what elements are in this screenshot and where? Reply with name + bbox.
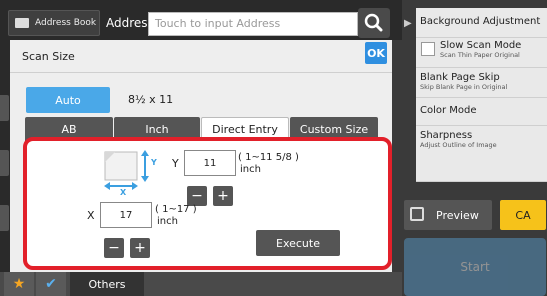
menu-color-mode[interactable]: Color Mode bbox=[416, 98, 547, 126]
x-minus-button[interactable]: − bbox=[104, 238, 124, 258]
menu-item-label: Blank Page Skip bbox=[420, 72, 500, 83]
search-icon bbox=[364, 13, 383, 32]
search-button[interactable] bbox=[358, 8, 390, 38]
preview-icon bbox=[410, 207, 424, 221]
collapse-arrow-icon[interactable]: ▶ bbox=[404, 18, 412, 29]
ok-button[interactable]: OK bbox=[365, 42, 387, 64]
paper-size-icon bbox=[104, 150, 149, 190]
left-edge-tab[interactable] bbox=[0, 205, 9, 231]
y-unit: inch bbox=[240, 164, 261, 175]
star-icon[interactable]: ★ bbox=[4, 272, 34, 296]
menu-item-label: Slow Scan Mode bbox=[440, 40, 522, 51]
menu-blank-page-skip[interactable]: Blank Page Skip Skip Blank Page in Origi… bbox=[416, 68, 547, 98]
menu-item-label: Color Mode bbox=[420, 105, 477, 116]
menu-item-label: Sharpness bbox=[420, 130, 473, 141]
x-value-field[interactable]: 17 bbox=[100, 202, 152, 228]
menu-item-label: Background Adjustment bbox=[420, 16, 541, 27]
others-button[interactable]: Others bbox=[70, 272, 144, 296]
panel-title: Scan Size bbox=[22, 50, 75, 63]
y-range: ( 1~11 5/8 ) bbox=[238, 152, 299, 163]
check-icon[interactable]: ✔ bbox=[36, 272, 66, 296]
y-minus-button[interactable]: − bbox=[187, 186, 207, 206]
slow-scan-checkbox[interactable] bbox=[421, 42, 435, 56]
y-plus-button[interactable]: + bbox=[213, 186, 233, 206]
address-input[interactable]: Touch to input Address bbox=[148, 12, 358, 36]
address-book-button[interactable]: Address Book bbox=[8, 10, 100, 36]
x-unit: inch bbox=[157, 216, 178, 227]
menu-sharpness[interactable]: Sharpness Adjust Outline of Image bbox=[416, 126, 547, 182]
address-book-icon bbox=[15, 18, 29, 28]
start-button[interactable]: Start bbox=[404, 238, 546, 296]
y-label: Y bbox=[172, 157, 179, 170]
paper-diagram bbox=[103, 150, 149, 190]
divider bbox=[10, 72, 392, 73]
menu-background-adjustment[interactable]: Background Adjustment bbox=[416, 8, 547, 38]
x-plus-button[interactable]: + bbox=[130, 238, 150, 258]
execute-button[interactable]: Execute bbox=[256, 230, 340, 256]
menu-item-sub: Adjust Outline of Image bbox=[420, 141, 497, 149]
menu-slow-scan-mode[interactable]: Slow Scan Mode Scan Thin Paper Original bbox=[416, 38, 547, 68]
auto-button[interactable]: Auto bbox=[26, 87, 110, 113]
x-label: X bbox=[87, 209, 95, 222]
address-label: Address bbox=[106, 16, 154, 30]
diagram-x-label: X bbox=[120, 188, 127, 197]
y-value-field[interactable]: 11 bbox=[184, 150, 236, 176]
menu-item-sub: Scan Thin Paper Original bbox=[440, 51, 520, 59]
left-edge-tab[interactable] bbox=[0, 95, 9, 121]
diagram-y-label: Y bbox=[151, 158, 157, 167]
x-range: ( 1~17 ) bbox=[155, 204, 197, 215]
ca-button[interactable]: CA bbox=[500, 200, 546, 230]
address-book-label: Address Book bbox=[35, 18, 97, 28]
left-edge-tab[interactable] bbox=[0, 150, 9, 176]
detected-size: 8½ x 11 bbox=[128, 93, 174, 106]
menu-item-sub: Skip Blank Page in Original bbox=[420, 83, 508, 91]
